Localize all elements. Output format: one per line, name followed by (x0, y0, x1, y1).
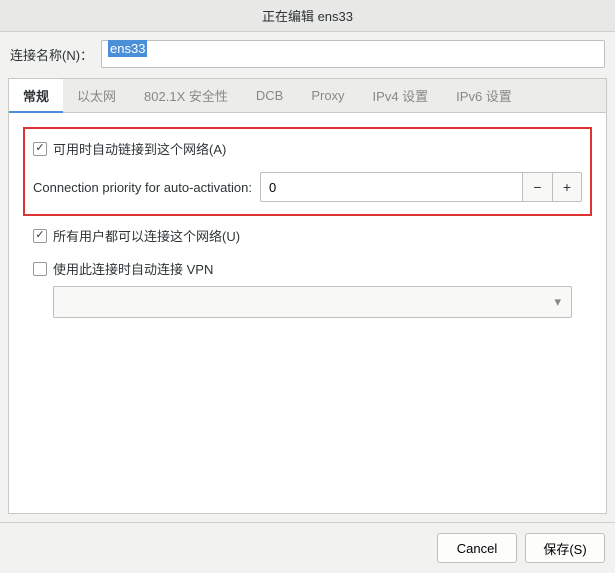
auto-connect-row: 可用时自动链接到这个网络(A) (33, 139, 582, 158)
priority-stepper: − + (260, 172, 582, 202)
tab-content-general: 可用时自动链接到这个网络(A) Connection priority for … (9, 113, 606, 513)
all-users-row: 所有用户都可以连接这个网络(U) (33, 226, 582, 245)
all-users-checkbox[interactable] (33, 229, 47, 243)
priority-minus-button[interactable]: − (522, 172, 552, 202)
auto-vpn-row: 使用此连接时自动连接 VPN (33, 259, 582, 278)
tab-general[interactable]: 常规 (9, 79, 63, 113)
plus-icon: + (563, 179, 571, 195)
priority-input[interactable] (260, 172, 522, 202)
auto-connect-checkbox[interactable] (33, 142, 47, 156)
below-highlight-rows: 所有用户都可以连接这个网络(U) 使用此连接时自动连接 VPN ▾ (23, 216, 592, 318)
cancel-button[interactable]: Cancel (437, 533, 517, 563)
connection-name-input[interactable]: ens33 (101, 40, 605, 68)
auto-connect-label: 可用时自动链接到这个网络(A) (53, 139, 226, 158)
tabs-container: 常规 以太网 802.1X 安全性 DCB Proxy IPv4 设置 IPv6… (8, 78, 607, 514)
tab-ipv6[interactable]: IPv6 设置 (442, 79, 526, 112)
priority-label: Connection priority for auto-activation: (33, 180, 252, 195)
connection-name-label: 连接名称(N)： (10, 45, 93, 64)
auto-vpn-checkbox[interactable] (33, 262, 47, 276)
priority-row: Connection priority for auto-activation:… (33, 172, 582, 202)
tab-dcb[interactable]: DCB (242, 79, 297, 112)
minus-icon: − (533, 179, 541, 195)
window-title: 正在编辑 ens33 (262, 6, 353, 25)
tab-bar: 常规 以太网 802.1X 安全性 DCB Proxy IPv4 设置 IPv6… (9, 79, 606, 113)
dialog-footer: Cancel 保存(S) (0, 522, 615, 573)
connection-name-row: 连接名称(N)： ens33 (0, 32, 615, 78)
tab-ipv4[interactable]: IPv4 设置 (359, 79, 443, 112)
connection-name-value: ens33 (108, 40, 147, 57)
all-users-label: 所有用户都可以连接这个网络(U) (53, 226, 240, 245)
tab-security[interactable]: 802.1X 安全性 (130, 79, 242, 112)
chevron-down-icon: ▾ (554, 294, 561, 310)
auto-vpn-label: 使用此连接时自动连接 VPN (53, 259, 213, 278)
tab-ethernet[interactable]: 以太网 (63, 79, 130, 112)
vpn-select[interactable]: ▾ (53, 286, 572, 318)
save-button[interactable]: 保存(S) (525, 533, 605, 563)
priority-plus-button[interactable]: + (552, 172, 582, 202)
titlebar: 正在编辑 ens33 (0, 0, 615, 32)
highlight-box: 可用时自动链接到这个网络(A) Connection priority for … (23, 127, 592, 216)
editor-window: 正在编辑 ens33 连接名称(N)： ens33 常规 以太网 802.1X … (0, 0, 615, 573)
tab-proxy[interactable]: Proxy (297, 79, 358, 112)
